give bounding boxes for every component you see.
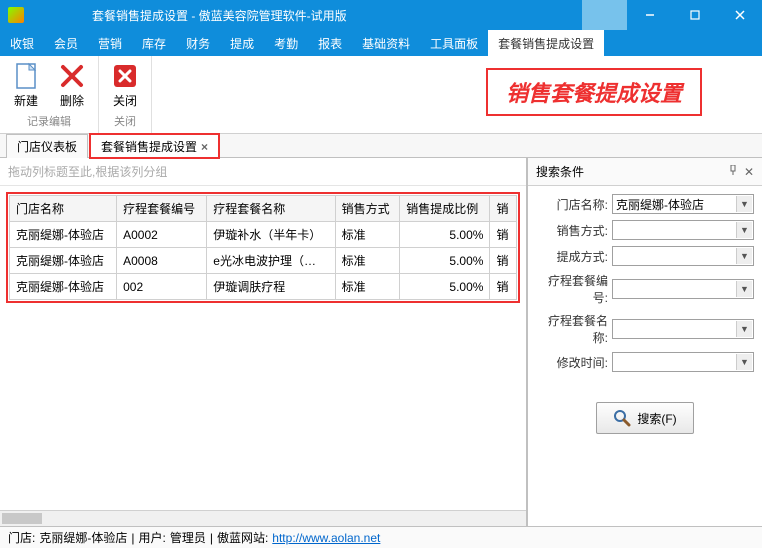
maximize-button[interactable] (672, 0, 717, 30)
search-panel-title: 搜索条件 (536, 163, 584, 180)
ribbon: 新建删除记录编辑关闭关闭 销售套餐提成设置 (0, 56, 762, 134)
new-button[interactable]: 新建 (6, 60, 46, 111)
column-header[interactable]: 疗程套餐编号 (117, 196, 207, 222)
data-grid[interactable]: 门店名称疗程套餐编号疗程套餐名称销售方式销售提成比例销 克丽缇娜-体验店A000… (9, 195, 517, 300)
menu-item[interactable]: 考勤 (264, 30, 308, 57)
table-row[interactable]: 克丽缇娜-体验店A0008e光冰电波护理（…标准5.00%销 (10, 248, 517, 274)
field-input[interactable]: 克丽缇娜-体验店▼ (612, 194, 754, 214)
chevron-down-icon[interactable]: ▼ (736, 281, 752, 297)
status-site-label: 傲蓝网站: (217, 529, 268, 546)
grid-panel: 拖动列标题至此,根据该列分组 门店名称疗程套餐编号疗程套餐名称销售方式销售提成比… (0, 158, 527, 526)
column-header[interactable]: 门店名称 (10, 196, 117, 222)
menu-item[interactable]: 提成 (220, 30, 264, 57)
document-tab[interactable]: 门店仪表板 (6, 134, 88, 158)
chevron-down-icon[interactable]: ▼ (736, 321, 752, 337)
close-icon (111, 62, 139, 90)
ribbon-banner: 销售套餐提成设置 (486, 68, 702, 116)
titlebar: 套餐销售提成设置 - 傲蓝美容院管理软件-试用版 (0, 0, 762, 30)
horizontal-scrollbar[interactable] (0, 510, 526, 526)
field-input[interactable]: ▼ (612, 220, 754, 240)
grid-highlight: 门店名称疗程套餐编号疗程套餐名称销售方式销售提成比例销 克丽缇娜-体验店A000… (6, 192, 520, 303)
column-header[interactable]: 销售方式 (335, 196, 400, 222)
delete-button[interactable]: 删除 (52, 60, 92, 111)
field-input[interactable]: ▼ (612, 246, 754, 266)
menu-item[interactable]: 库存 (132, 30, 176, 57)
delete-icon (58, 62, 86, 90)
statusbar: 门店: 克丽缇娜-体验店 | 用户: 管理员 | 傲蓝网站: http://ww… (0, 526, 762, 548)
app-icon (8, 7, 24, 23)
field-input[interactable]: ▼ (612, 319, 754, 339)
menu-item[interactable]: 收银 (0, 30, 44, 57)
status-site-link[interactable]: http://www.aolan.net (272, 531, 380, 545)
status-user-label: 用户: (138, 529, 165, 546)
chevron-down-icon[interactable]: ▼ (736, 196, 752, 212)
panel-close-icon[interactable]: ✕ (744, 165, 754, 179)
field-label: 疗程套餐名称: (536, 312, 608, 346)
chevron-down-icon[interactable]: ▼ (736, 222, 752, 238)
field-label: 疗程套餐编号: (536, 272, 608, 306)
field-label: 提成方式: (536, 248, 608, 265)
menu-item[interactable]: 财务 (176, 30, 220, 57)
group-by-hint: 拖动列标题至此,根据该列分组 (0, 158, 526, 186)
chevron-down-icon[interactable]: ▼ (736, 248, 752, 264)
field-label: 门店名称: (536, 196, 608, 213)
search-button-label: 搜索(F) (637, 410, 676, 427)
field-label: 销售方式: (536, 222, 608, 239)
new-icon (12, 62, 40, 90)
magnifier-icon (613, 409, 631, 427)
status-store-label: 门店: (8, 529, 35, 546)
menu-item[interactable]: 会员 (44, 30, 88, 57)
menu-item[interactable]: 报表 (308, 30, 352, 57)
pin-icon[interactable] (728, 165, 738, 179)
chevron-down-icon[interactable]: ▼ (736, 354, 752, 370)
menu-item[interactable]: 工具面板 (420, 30, 488, 57)
minimize-button[interactable] (627, 0, 672, 30)
document-tab[interactable]: 套餐销售提成设置× (90, 134, 219, 158)
tab-close-icon[interactable]: × (201, 140, 208, 154)
menu-item[interactable]: 营销 (88, 30, 132, 57)
document-tabs: 门店仪表板套餐销售提成设置× (0, 134, 762, 158)
field-input[interactable]: ▼ (612, 352, 754, 372)
search-button[interactable]: 搜索(F) (596, 402, 693, 434)
search-panel: 搜索条件 ✕ 门店名称:克丽缇娜-体验店▼销售方式: ▼ 提成方式: ▼ 疗程套餐编号:… (527, 158, 762, 526)
column-header[interactable]: 销 (490, 196, 517, 222)
menu-item[interactable]: 基础资料 (352, 30, 420, 57)
field-input[interactable]: ▼ (612, 279, 754, 299)
window-title: 套餐销售提成设置 - 傲蓝美容院管理软件-试用版 (32, 7, 582, 24)
status-store: 克丽缇娜-体验店 (39, 529, 127, 546)
field-label: 修改时间: (536, 354, 608, 371)
menubar: 收银会员营销库存财务提成考勤报表基础资料工具面板套餐销售提成设置 (0, 30, 762, 56)
close-button[interactable]: 关闭 (105, 60, 145, 111)
close-button[interactable] (717, 0, 762, 30)
titlebar-blank[interactable] (582, 0, 627, 30)
column-header[interactable]: 销售提成比例 (400, 196, 490, 222)
column-header[interactable]: 疗程套餐名称 (207, 196, 335, 222)
table-row[interactable]: 克丽缇娜-体验店002伊璇调肤疗程标准5.00%销 (10, 274, 517, 300)
table-row[interactable]: 克丽缇娜-体验店A0002伊璇补水（半年卡）标准5.00%销 (10, 222, 517, 248)
menu-item[interactable]: 套餐销售提成设置 (488, 30, 604, 57)
status-user: 管理员 (170, 529, 206, 546)
